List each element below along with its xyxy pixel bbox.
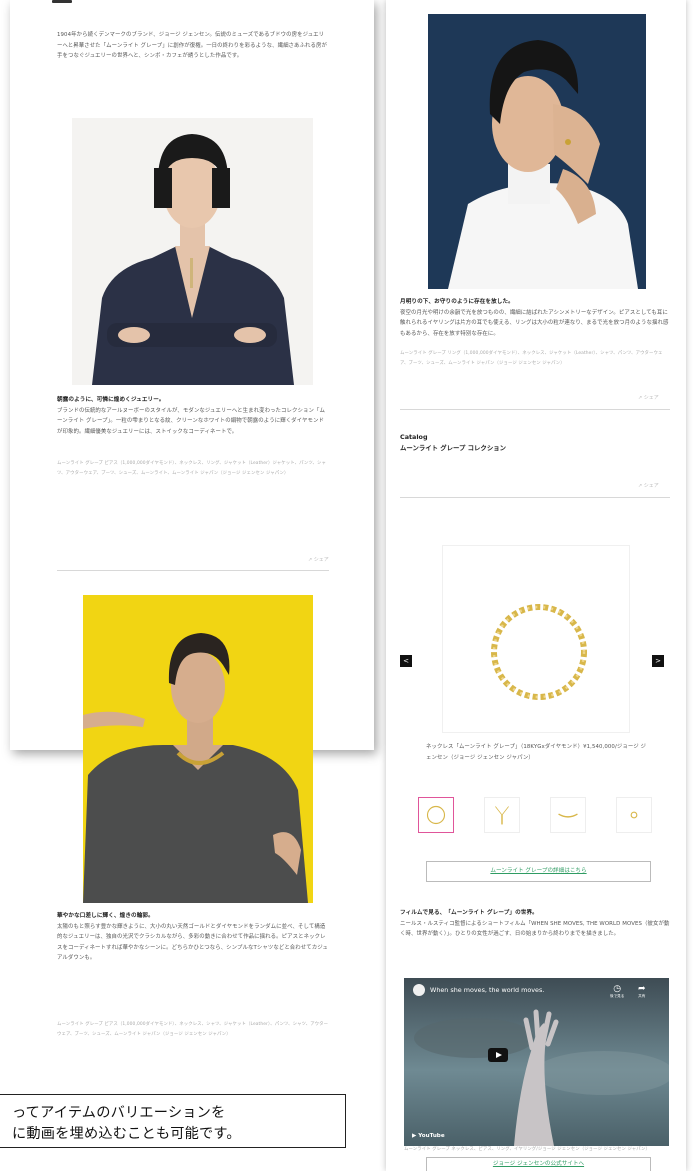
video-embed[interactable]: When she moves, the world moves. ◷ 後で見る … [404,978,669,1146]
share-label: シェア [643,483,659,489]
catalog-title: ムーンライト グレープ コレクション [400,444,506,452]
youtube-logo[interactable]: ▶ YouTube [412,1133,445,1139]
model-photo-yellow-bg [83,595,313,903]
film-body: ニールス・ルスティコ監督によるショートフィルム「WHEN SHE MOVES, … [400,920,670,938]
share-icon: ↗ [638,483,643,489]
watch-later-label: 後で見る [610,994,625,998]
thumbnail-ring[interactable] [616,797,652,833]
video-share-button[interactable]: ➦ 共有 [638,984,646,999]
divider [400,409,670,410]
product-caption: ネックレス「ムーンライト グレープ」（18KYGxダイヤモンド）¥1,540,0… [426,744,647,761]
youtube-label: YouTube [418,1133,445,1139]
model-photo-blue-bg [428,14,646,289]
play-button[interactable] [488,1048,508,1062]
section2-credits: ムーンライト グレープ ピアス（1,000,000ダイヤモンド）、ネックレス、シ… [57,1022,329,1037]
film-heading: フィルムで見る、「ムーンライト グレープ」の世界。 [400,910,538,916]
right-article-card: 月明りの下、お守りのように存在を放した。 夜空の月光や明けの余韻で光を放つものの… [386,0,686,1171]
clock-icon: ◷ [613,984,622,994]
section2-body: 太陽のもと照らす豊かな輝きように、大小の丸い天然ゴールドとダイヤモンドをランダム… [57,923,328,962]
model-photo-navy-jacket [72,118,313,385]
left-article-card: 1904年から続くデンマークのブランド、ジョージ ジェンセン。伝説のミューズであ… [10,0,374,1037]
carousel-next-button[interactable]: > [652,655,664,667]
video-caption: ムーンライト グレープ ネックレス、ピアス、リング、イヤリング/ジョージ ジェン… [404,1147,650,1152]
section1-heading: 朝露のように、可憐に煌めくジュエリー。 [57,397,165,403]
thumbnail-pendant[interactable] [484,797,520,833]
catalog-heading: Catalog ムーンライト グレープ コレクション [400,432,506,454]
section1-credits: ムーンライト グレープ ピアス（1,000,000ダイヤモンド）、ネックレス、リ… [57,461,326,476]
film-text: フィルムで見る、「ムーンライト グレープ」の世界。 ニールス・ルスティコ監督によ… [400,908,670,940]
section3-text: 月明りの下、お守りのように存在を放した。 夜空の月光や明けの余韻で光を放つものの… [400,297,670,339]
section1-text: 朝露のように、可憐に煌めくジュエリー。 ブランドの伝統的なアールヌーボーのスタイ… [57,395,329,437]
section3-heading: 月明りの下、お守りのように存在を放した。 [400,299,514,305]
callout-line-2: に動画を埋め込むことも可能です。 [12,1126,241,1142]
share-label: シェア [643,395,659,401]
share-button[interactable]: ↗ シェア [308,556,329,563]
share-icon: ↗ [638,395,643,401]
collection-detail-button[interactable]: ムーンライト グレープの詳細はこちら [426,861,651,882]
section3-body: 夜空の月光や明けの余韻で光を放つものの、繊細に結ばれたアシンメトリーなデザイン。… [400,309,669,337]
share-button[interactable]: ↗ シェア [638,482,659,489]
share-button[interactable]: ↗ シェア [638,394,659,401]
video-title[interactable]: When she moves, the world moves. [430,986,544,994]
youtube-icon: ▶ [412,1133,417,1139]
video-share-label: 共有 [638,994,646,998]
section2-text: 華やかな口差しに輝く、煌きの輪郭。 太陽のもと照らす豊かな輝きように、大小の丸い… [57,911,329,964]
share-label: シェア [313,557,329,563]
official-site-button[interactable]: ジョージ ジェンセンの公式サイトへ [426,1157,651,1171]
product-image-necklace [442,545,630,733]
callout-line-1: ってアイテムのバリエーションを [12,1105,226,1121]
channel-avatar[interactable] [413,984,425,996]
section1-body: ブランドの伝統的なアールヌーボーのスタイルが、モダンなジュエリーへと生まれ変わっ… [57,407,325,435]
section3-credits: ムーンライト グレープ リング（1,000,000ダイヤモンド）、ネックレス、ジ… [400,351,663,366]
thumbnail-bracelet[interactable] [550,797,586,833]
divider [57,570,329,571]
catalog-label: Catalog [400,433,428,441]
annotation-callout: ってアイテムのバリエーションを に動画を埋め込むことも可能です。 [0,1094,346,1148]
share-icon: ↗ [308,557,313,563]
thumbnail-necklace[interactable] [418,797,454,833]
share-arrow-icon: ➦ [638,984,646,994]
title-stub [52,0,72,3]
carousel-prev-button[interactable]: < [400,655,412,667]
divider [400,497,670,498]
watch-later-button[interactable]: ◷ 後で見る [610,984,624,999]
section2-heading: 華やかな口差しに輝く、煌きの輪郭。 [57,913,154,919]
intro-paragraph: 1904年から続くデンマークのブランド、ジョージ ジェンセン。伝説のミューズであ… [57,32,327,59]
